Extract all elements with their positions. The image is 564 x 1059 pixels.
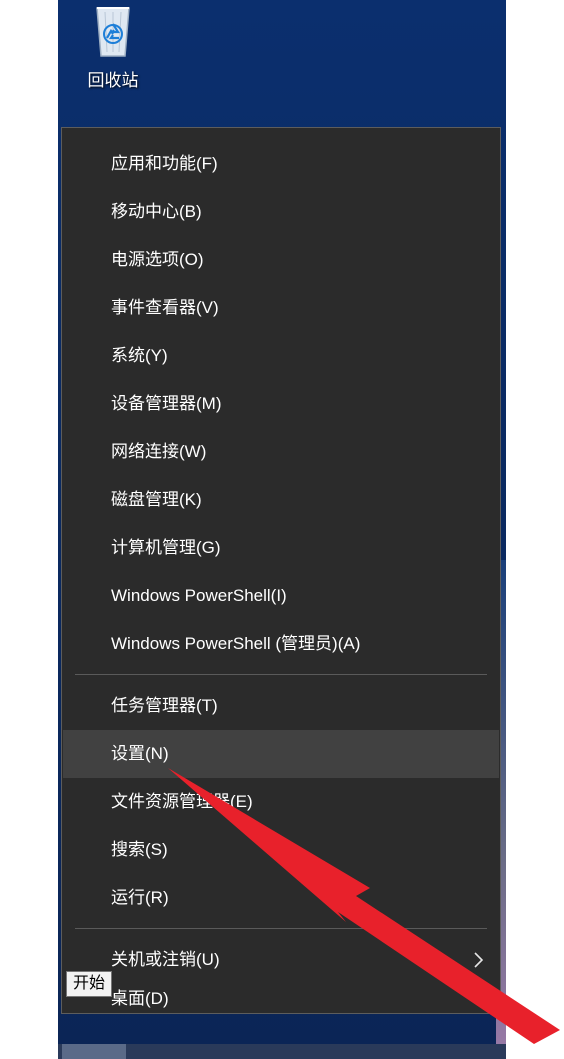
winx-context-menu: 应用和功能(F) 移动中心(B) 电源选项(O) 事件查看器(V) 系统(Y) … bbox=[61, 127, 501, 1014]
recycle-bin-icon bbox=[96, 7, 130, 57]
menu-item-settings[interactable]: 设置(N) bbox=[63, 730, 499, 778]
recycle-bin-shortcut[interactable]: 回收站 bbox=[78, 0, 148, 96]
menu-item-system[interactable]: 系统(Y) bbox=[63, 332, 499, 380]
chevron-right-icon bbox=[474, 952, 484, 968]
menu-item-computer-management[interactable]: 计算机管理(G) bbox=[63, 524, 499, 572]
menu-item-powershell[interactable]: Windows PowerShell(I) bbox=[63, 572, 499, 620]
menu-separator bbox=[75, 928, 487, 929]
menu-item-event-viewer[interactable]: 事件查看器(V) bbox=[63, 284, 499, 332]
menu-item-shutdown-signout[interactable]: 关机或注销(U) bbox=[63, 936, 499, 984]
menu-item-shutdown-label: 关机或注销(U) bbox=[111, 950, 220, 969]
menu-separator bbox=[75, 674, 487, 675]
start-tooltip: 开始 bbox=[66, 971, 112, 997]
menu-item-powershell-admin[interactable]: Windows PowerShell (管理员)(A) bbox=[63, 620, 499, 668]
menu-item-power-options[interactable]: 电源选项(O) bbox=[63, 236, 499, 284]
menu-item-run[interactable]: 运行(R) bbox=[63, 874, 499, 922]
menu-item-desktop[interactable]: 桌面(D) bbox=[63, 984, 499, 1014]
menu-item-device-manager[interactable]: 设备管理器(M) bbox=[63, 380, 499, 428]
menu-item-mobility-center[interactable]: 移动中心(B) bbox=[63, 188, 499, 236]
menu-item-apps-and-features[interactable]: 应用和功能(F) bbox=[63, 140, 499, 188]
recycle-bin-label: 回收站 bbox=[87, 71, 139, 90]
start-button[interactable] bbox=[62, 1044, 126, 1059]
menu-item-file-explorer[interactable]: 文件资源管理器(E) bbox=[63, 778, 499, 826]
menu-item-network-connections[interactable]: 网络连接(W) bbox=[63, 428, 499, 476]
menu-item-disk-management[interactable]: 磁盘管理(K) bbox=[63, 476, 499, 524]
menu-item-task-manager[interactable]: 任务管理器(T) bbox=[63, 682, 499, 730]
taskbar bbox=[58, 1044, 506, 1059]
menu-item-search[interactable]: 搜索(S) bbox=[63, 826, 499, 874]
